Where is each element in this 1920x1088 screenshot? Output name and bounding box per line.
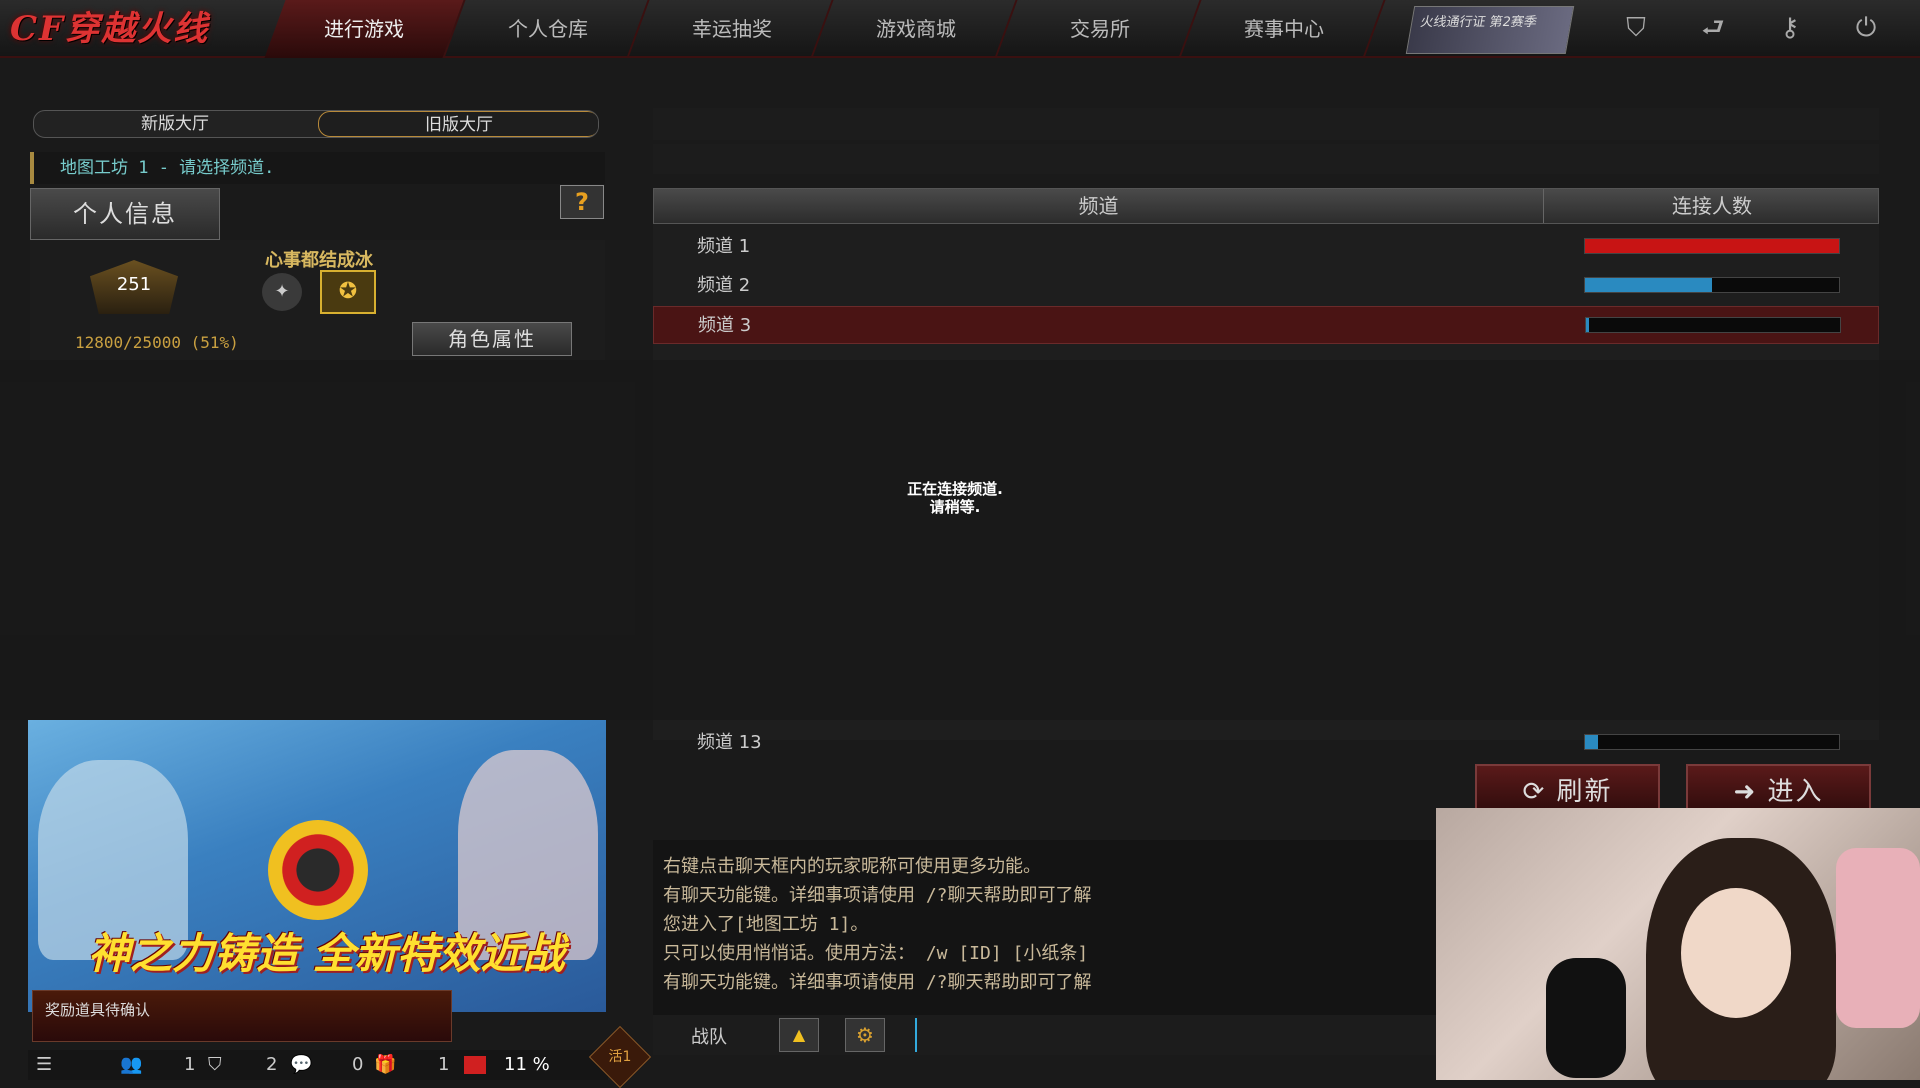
connection-bar	[1584, 238, 1840, 254]
shield-count: 2	[266, 1054, 278, 1075]
connection-fill	[1585, 278, 1712, 292]
channel-name: 频道 2	[697, 275, 751, 296]
percent-text: 11 %	[504, 1054, 550, 1075]
live-badge-label: 活1	[608, 1049, 632, 1065]
help-button[interactable]: ?	[560, 185, 604, 219]
banner-title: 神之力铸造 全新特效近战	[88, 929, 565, 978]
nav-play[interactable]: 进行游戏	[264, 0, 466, 58]
connection-bar	[1585, 317, 1841, 333]
battle-pass-badge[interactable]: 火线通行证 第2赛季	[1405, 6, 1575, 54]
channel-name: 频道 1	[697, 236, 751, 257]
loading-line-2: 请稍等.	[929, 498, 981, 516]
chat-line: 有聊天功能键。详细事项请使用 /?聊天帮助即可了解	[663, 885, 1092, 906]
loading-overlay: 正在连接频道. 请稍等.	[0, 360, 1920, 720]
gift-count: 1	[438, 1054, 450, 1075]
microphone-icon	[1546, 958, 1626, 1078]
chat-log: 右键点击聊天框内的玩家昵称可使用更多功能。 有聊天功能键。详细事项请使用 /?聊…	[653, 840, 1443, 1015]
tab-old-lobby[interactable]: 旧版大厅	[318, 111, 598, 137]
chat-icon: 💬	[290, 1054, 313, 1075]
loading-line-1: 正在连接频道.	[907, 480, 1003, 498]
table-row-selected[interactable]: 频道 3	[653, 306, 1879, 344]
clan-emblem-icon: ✪	[320, 270, 376, 314]
channel-name: 频道 13	[697, 732, 762, 753]
channel-name: 频道 3	[698, 315, 752, 336]
chat-channel-label[interactable]: 战队	[691, 1023, 727, 1049]
column-header-channel[interactable]: 频道	[654, 189, 1544, 223]
status-bar: ☰ 👥 1 ⛉ 2 💬 0 🎁 1 11 %	[28, 1050, 608, 1080]
player-nickname: 心事都结成冰	[265, 250, 373, 271]
column-header-connections[interactable]: 连接人数	[1544, 189, 1880, 223]
top-nav-bar: CF穿越火线 进行游戏 个人仓库 幸运抽奖 游戏商城 交易所 赛事中心 火线通行…	[0, 0, 1920, 58]
connection-fill	[1585, 239, 1839, 253]
power-icon[interactable]: ⏻	[1848, 10, 1884, 46]
chat-count: 0	[352, 1054, 364, 1075]
connection-fill	[1586, 318, 1589, 332]
connection-bar	[1584, 734, 1840, 750]
chat-line: 有聊天功能键。详细事项请使用 /?聊天帮助即可了解	[663, 972, 1092, 993]
map-status-line: 地图工坊 1 - 请选择频道.	[30, 152, 605, 184]
chat-settings-icon[interactable]: ⚙	[845, 1018, 885, 1052]
lobby-tabs: 新版大厅 旧版大厅	[33, 110, 599, 138]
game-logo: CF穿越火线	[10, 9, 210, 49]
loading-message: 正在连接频道. 请稍等.	[880, 480, 1030, 516]
nav-exchange[interactable]: 交易所	[1000, 0, 1202, 58]
chat-input[interactable]	[915, 1018, 1435, 1052]
chat-line: 右键点击聊天框内的玩家昵称可使用更多功能。	[663, 856, 1041, 877]
percent-indicator	[464, 1056, 486, 1074]
table-header: 频道 连接人数	[653, 188, 1879, 224]
key-icon[interactable]: ⚷	[1772, 10, 1808, 46]
table-row[interactable]: 频道 2	[653, 267, 1879, 305]
chat-line: 只可以使用悄悄话。使用方法： /w [ID] [小纸条]	[663, 943, 1089, 964]
connection-fill	[1585, 735, 1598, 749]
chat-line: 您进入了[地图工坊 1]。	[663, 914, 869, 935]
cf-emblem-icon: ✦	[262, 273, 302, 311]
shield-icon: ⛉	[208, 1054, 222, 1075]
connection-bar	[1584, 277, 1840, 293]
nav-inventory[interactable]: 个人仓库	[448, 0, 650, 58]
shield-icon[interactable]: ⛉	[1618, 10, 1654, 46]
table-row[interactable]: 频道 1	[653, 228, 1879, 266]
nav-events[interactable]: 赛事中心	[1184, 0, 1386, 58]
chat-up-icon[interactable]: ▲	[779, 1018, 819, 1052]
chat-input-bar: 战队 ▲ ⚙	[653, 1015, 1443, 1055]
character-attributes-button[interactable]: 角色属性	[412, 322, 572, 356]
personal-info-tab[interactable]: 个人信息	[30, 188, 220, 240]
gift-icon: 🎁	[374, 1054, 397, 1075]
streamer-webcam	[1436, 808, 1920, 1080]
return-icon[interactable]: ⮐	[1695, 10, 1731, 46]
nav-lottery[interactable]: 幸运抽奖	[632, 0, 834, 58]
promo-banner[interactable]: 神之力铸造 全新特效近战	[28, 720, 606, 1012]
reward-pending-notice[interactable]: 奖励道具待确认	[32, 990, 452, 1042]
header-strip	[653, 108, 1879, 140]
header-strip	[653, 144, 1879, 174]
list-icon[interactable]: ☰	[36, 1054, 52, 1075]
people-icon: 👥	[120, 1054, 143, 1075]
banner-weapon-icon	[268, 820, 368, 920]
experience-text: 12800/25000 (51%)	[75, 333, 239, 352]
nav-shop[interactable]: 游戏商城	[816, 0, 1018, 58]
tab-new-lobby[interactable]: 新版大厅	[34, 111, 316, 137]
table-row[interactable]: 频道 13	[653, 724, 1879, 762]
people-count: 1	[184, 1054, 196, 1075]
webcam-chair	[1836, 848, 1920, 1028]
webcam-face	[1681, 888, 1791, 1018]
